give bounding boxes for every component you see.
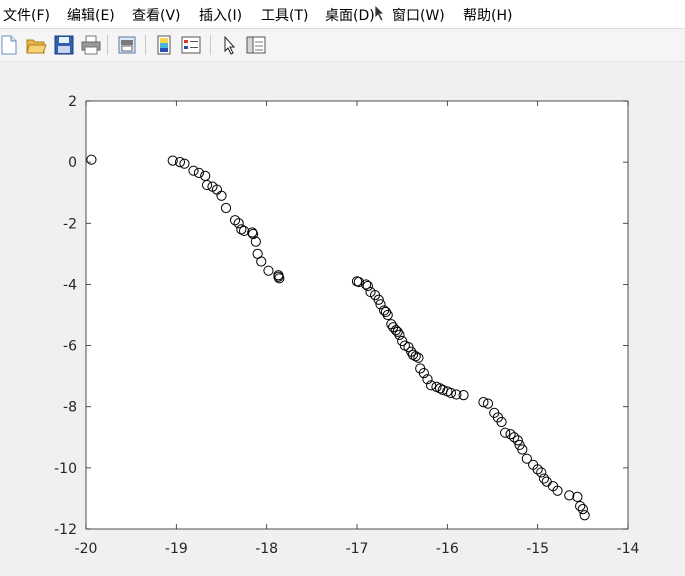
menu-tools[interactable]: 工具(T) bbox=[261, 5, 308, 25]
print-preview-button[interactable] bbox=[116, 34, 138, 56]
scatter-chart: -20 -19 -18 -17 -16 -15 -14 2 0 -2 -4 -6 -8 -10 -12 bbox=[54, 94, 640, 557]
y-tick-label: -8 bbox=[63, 400, 77, 416]
y-tick-label: 2 bbox=[68, 94, 77, 110]
insert-colorbar-button[interactable] bbox=[153, 34, 175, 56]
toolbar-separator bbox=[145, 35, 146, 55]
x-tick-label: -17 bbox=[346, 541, 369, 557]
y-tick-label: 0 bbox=[68, 155, 77, 171]
edit-plot-arrow-icon bbox=[224, 35, 236, 55]
save-icon bbox=[54, 35, 74, 55]
property-inspector-button[interactable] bbox=[245, 34, 267, 56]
mouse-cursor-icon bbox=[374, 4, 385, 22]
print-icon bbox=[81, 35, 101, 55]
toolbar-separator bbox=[107, 35, 108, 55]
menu-desktop[interactable]: 桌面(D) bbox=[325, 5, 375, 25]
menu-edit[interactable]: 编辑(E) bbox=[67, 5, 115, 25]
y-tick-label: -6 bbox=[63, 339, 77, 355]
insert-legend-button[interactable] bbox=[180, 34, 202, 56]
new-figure-icon bbox=[1, 35, 17, 55]
x-tick-label: -15 bbox=[526, 541, 549, 557]
x-tick-label: -18 bbox=[255, 541, 278, 557]
x-tick-label: -16 bbox=[436, 541, 459, 557]
property-inspector-icon bbox=[246, 36, 266, 54]
menu-window[interactable]: 窗口(W) bbox=[392, 5, 445, 25]
y-tick-label: -4 bbox=[63, 277, 77, 293]
plot-area bbox=[85, 100, 629, 530]
figure-canvas: -20 -19 -18 -17 -16 -15 -14 2 0 -2 -4 -6 -8 -10 -12 bbox=[0, 62, 685, 572]
y-tick-label: -12 bbox=[54, 522, 77, 538]
x-tick-label: -14 bbox=[617, 541, 640, 557]
save-button[interactable] bbox=[53, 34, 75, 56]
new-figure-button[interactable] bbox=[0, 34, 20, 56]
print-button[interactable] bbox=[80, 34, 102, 56]
y-tick-label: -10 bbox=[54, 461, 77, 477]
toolbar-separator bbox=[210, 35, 211, 55]
x-tick-label: -20 bbox=[75, 541, 98, 557]
y-tick-label: -2 bbox=[63, 216, 77, 232]
insert-colorbar-icon bbox=[157, 35, 171, 55]
open-file-icon bbox=[26, 39, 47, 54]
edit-plot-button[interactable] bbox=[218, 34, 240, 56]
menu-bar: 文件(F) 编辑(E) 查看(V) 插入(I) 工具(T) 桌面(D) 窗口(W… bbox=[0, 0, 685, 29]
menu-insert[interactable]: 插入(I) bbox=[199, 5, 242, 25]
open-file-button[interactable] bbox=[25, 34, 47, 56]
insert-legend-icon bbox=[181, 36, 201, 54]
x-tick-label: -19 bbox=[165, 541, 188, 557]
menu-view[interactable]: 查看(V) bbox=[132, 5, 181, 25]
print-preview-icon bbox=[118, 36, 136, 54]
toolbar bbox=[0, 29, 685, 62]
menu-file[interactable]: 文件(F) bbox=[3, 5, 50, 25]
menu-help[interactable]: 帮助(H) bbox=[463, 5, 512, 25]
